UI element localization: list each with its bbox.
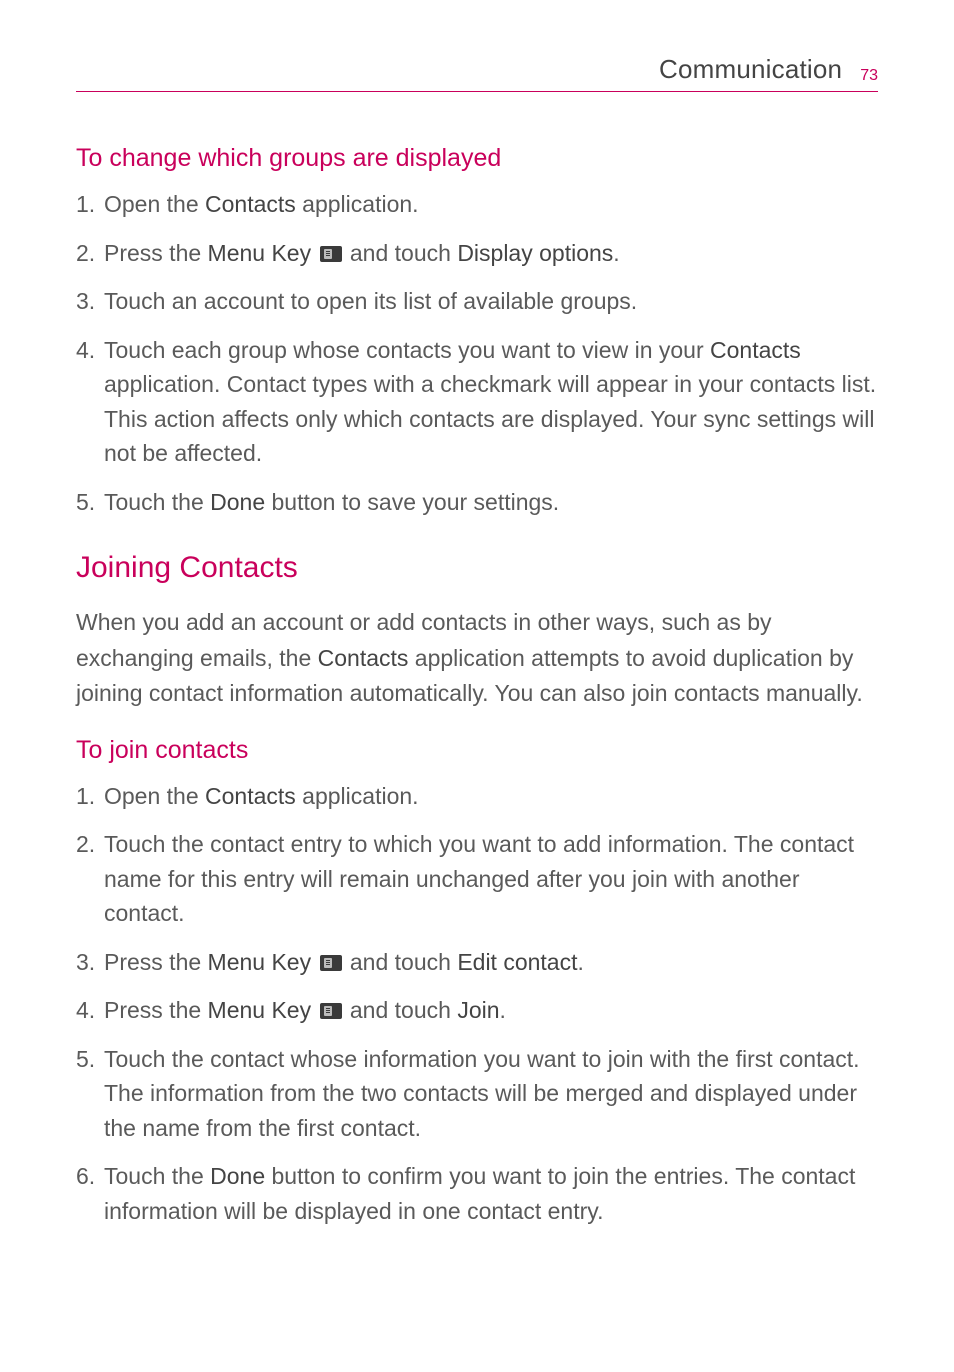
step-text: Touch the (104, 1163, 210, 1189)
step-text: Open the (104, 191, 205, 217)
header-title: Communication (659, 54, 842, 85)
bold-term: Edit contact (457, 949, 577, 975)
page-header: Communication 73 (76, 54, 878, 92)
step-text: Touch the contact whose information you … (104, 1046, 860, 1141)
list-item: 5. Touch the contact whose information y… (76, 1042, 878, 1146)
step-text: and touch (344, 240, 458, 266)
bold-term: Contacts (205, 191, 296, 217)
list-item: 2. Touch the contact entry to which you … (76, 827, 878, 931)
bold-term: Menu Key (208, 949, 312, 975)
intro-paragraph: When you add an account or add contacts … (76, 605, 878, 712)
steps-list-join: 1. Open the Contacts application. 2. Tou… (76, 779, 878, 1229)
section-heading-joining: Joining Contacts (76, 551, 878, 585)
list-item: 1. Open the Contacts application. (76, 187, 878, 222)
section-heading-groups: To change which groups are displayed (76, 144, 878, 173)
bold-term: Contacts (710, 337, 801, 363)
list-item: 3. Touch an account to open its list of … (76, 284, 878, 319)
list-item: 4. Touch each group whose contacts you w… (76, 333, 878, 471)
step-number: 5. (76, 485, 95, 520)
step-text: Press the (104, 240, 208, 266)
step-number: 3. (76, 945, 95, 980)
list-item: 4. Press the Menu Key and touch Join. (76, 993, 878, 1028)
step-number: 2. (76, 827, 95, 862)
step-number: 6. (76, 1159, 95, 1194)
bold-term: Menu Key (208, 997, 312, 1023)
steps-list-groups: 1. Open the Contacts application. 2. Pre… (76, 187, 878, 519)
page-number: 73 (860, 67, 878, 85)
step-number: 3. (76, 284, 95, 319)
step-text: Press the (104, 997, 208, 1023)
menu-key-icon (320, 246, 342, 262)
step-text: Open the (104, 783, 205, 809)
bold-term: Done (210, 489, 265, 515)
step-text: . (613, 240, 619, 266)
step-text: . (578, 949, 584, 975)
list-item: 6. Touch the Done button to confirm you … (76, 1159, 878, 1228)
step-text: Press the (104, 949, 208, 975)
step-text: Touch the contact entry to which you wan… (104, 831, 854, 926)
step-text: . (500, 997, 506, 1023)
step-text: application. (296, 191, 419, 217)
step-text: application. Contact types with a checkm… (104, 371, 876, 466)
step-number: 1. (76, 187, 95, 222)
list-item: 1. Open the Contacts application. (76, 779, 878, 814)
step-number: 1. (76, 779, 95, 814)
document-page: Communication 73 To change which groups … (0, 0, 954, 1302)
bold-term: Contacts (318, 645, 409, 671)
bold-term: Display options (457, 240, 613, 266)
step-number: 2. (76, 236, 95, 271)
step-text: Touch each group whose contacts you want… (104, 337, 710, 363)
list-item: 2. Press the Menu Key and touch Display … (76, 236, 878, 271)
menu-key-icon (320, 955, 342, 971)
step-number: 4. (76, 993, 95, 1028)
step-text: and touch (344, 997, 458, 1023)
step-number: 5. (76, 1042, 95, 1077)
step-text: and touch (344, 949, 458, 975)
bold-term: Done (210, 1163, 265, 1189)
step-text: application. (296, 783, 419, 809)
menu-key-icon (320, 1003, 342, 1019)
list-item: 5. Touch the Done button to save your se… (76, 485, 878, 520)
step-number: 4. (76, 333, 95, 368)
step-text: Touch an account to open its list of ava… (104, 288, 637, 314)
step-text: button to save your settings. (265, 489, 559, 515)
bold-term: Menu Key (208, 240, 312, 266)
list-item: 3. Press the Menu Key and touch Edit con… (76, 945, 878, 980)
bold-term: Contacts (205, 783, 296, 809)
step-text: Touch the (104, 489, 210, 515)
bold-term: Join (457, 997, 499, 1023)
section-heading-join-contacts: To join contacts (76, 736, 878, 765)
